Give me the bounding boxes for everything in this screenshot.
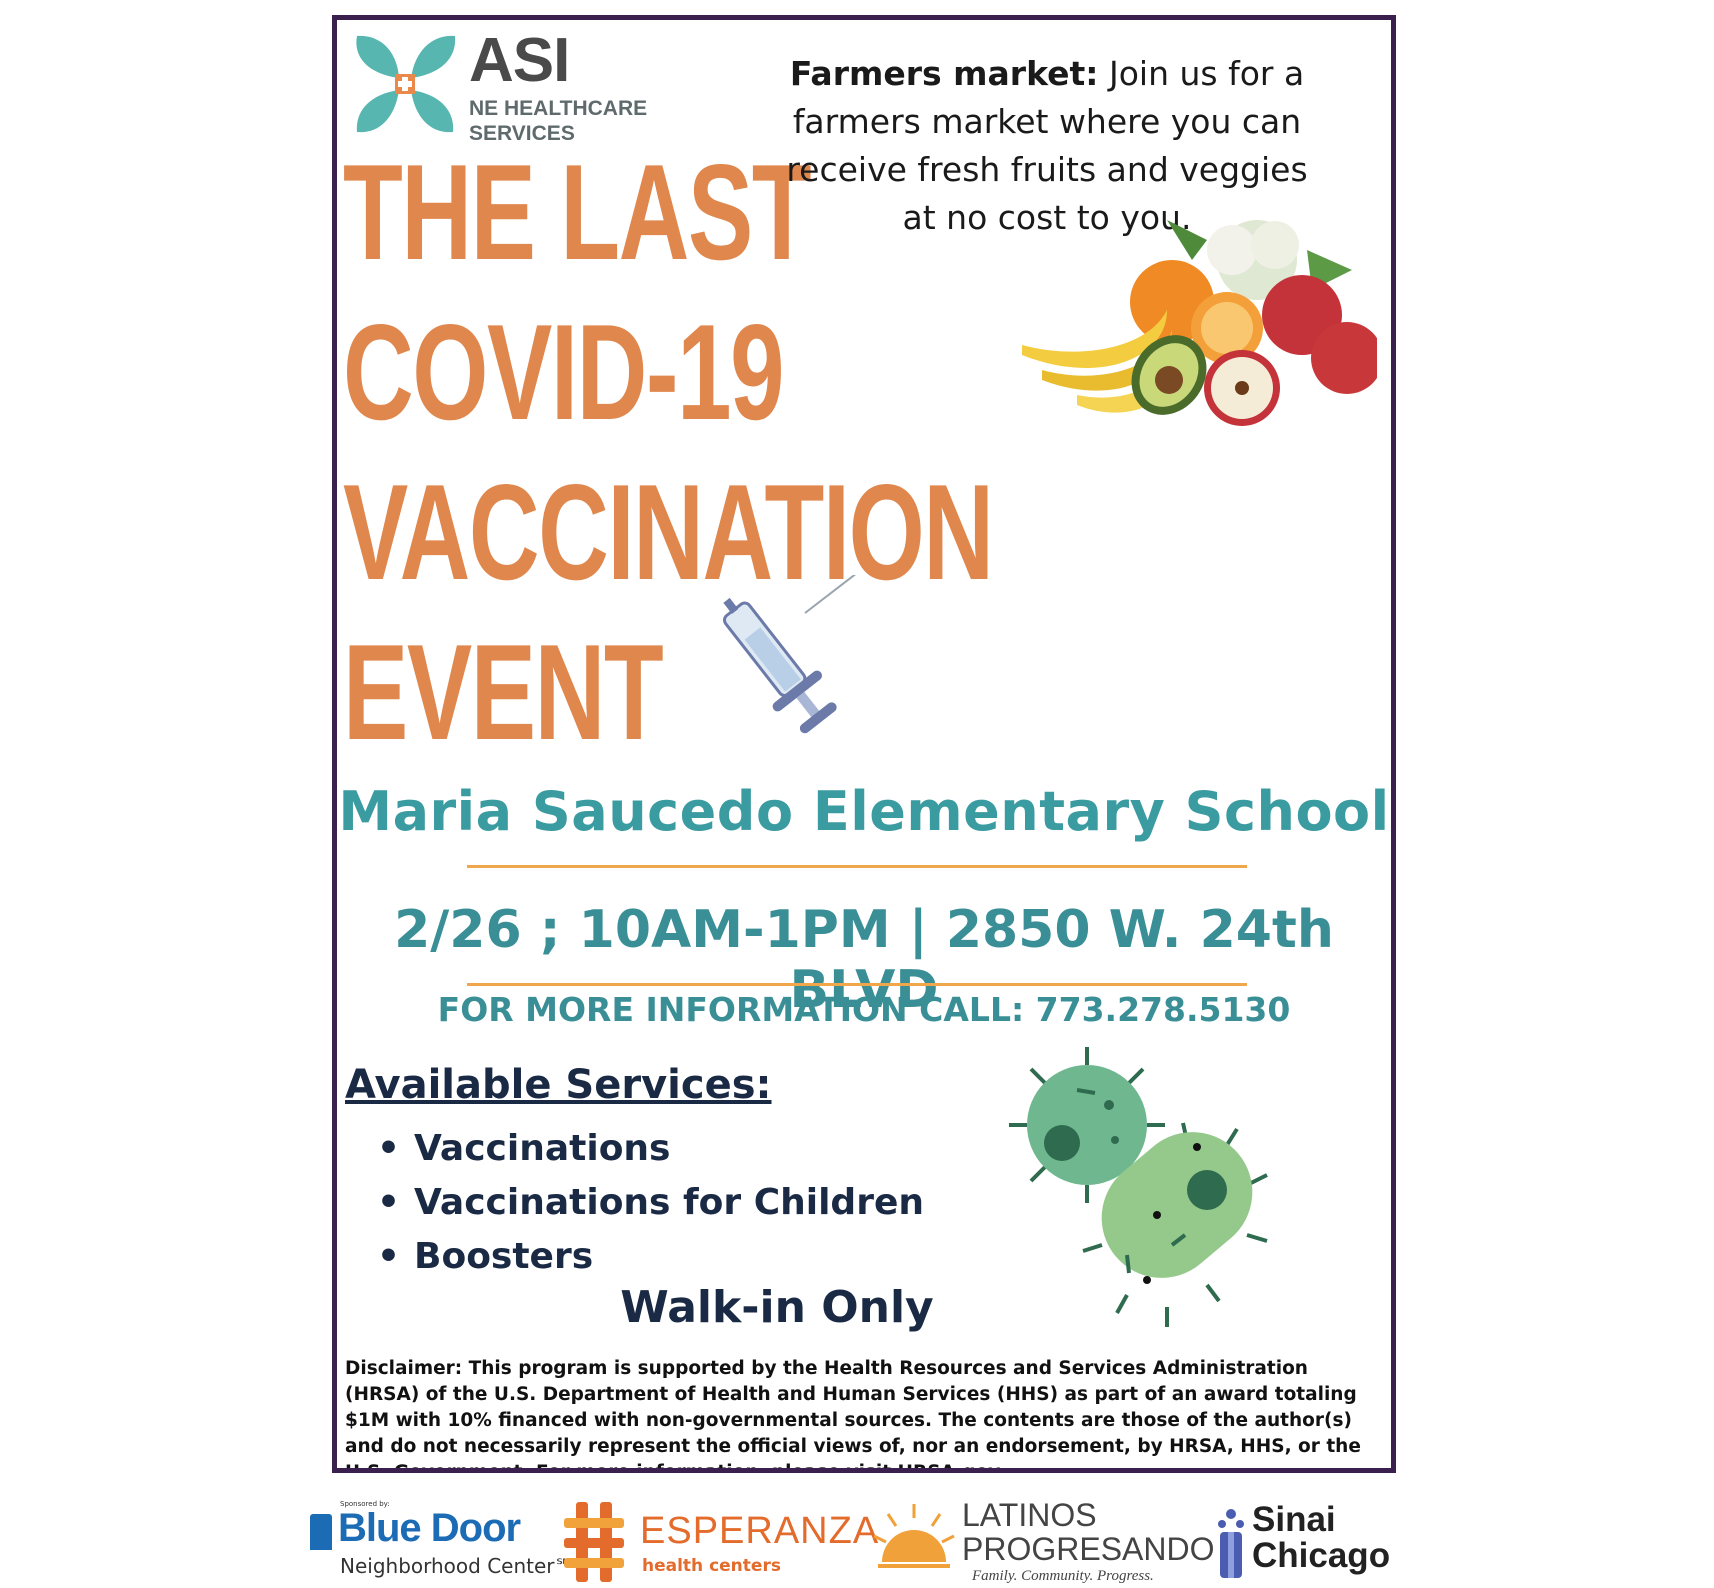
sinai-chicago-name: Sinai Chicago <box>1252 1500 1391 1575</box>
disclaimer: Disclaimer: This program is supported by… <box>345 1358 1361 1473</box>
germs-illustration <box>1009 1047 1268 1327</box>
latinos-sun-icon <box>873 1504 955 1568</box>
sponsor-strip: Sponsored by: Blue Door Neighborhood Cen… <box>300 1490 1420 1588</box>
esperanza-logo-icon <box>564 1502 624 1582</box>
syringe-icon <box>723 575 857 734</box>
services-list: Vaccinations Vaccinations for Children B… <box>377 1122 924 1284</box>
asi-logo-icon <box>356 35 456 133</box>
farmers-market-label: Farmers market: <box>789 54 1099 93</box>
asi-logo: ASI NE HEALTHCARE SERVICES <box>349 28 649 148</box>
blue-door-subtitle: Neighborhood Center℠ <box>340 1554 575 1578</box>
service-item: Boosters <box>377 1230 924 1284</box>
services-title: Available Services: <box>345 1062 772 1108</box>
latinos-progresando-tagline: Family. Community. Progress. <box>972 1568 1154 1584</box>
sinai-logo-icon <box>1218 1509 1244 1578</box>
flyer: ASI NE HEALTHCARE SERVICES THE LAST COVI… <box>332 15 1396 1473</box>
headline-line-4: EVENT <box>343 616 664 768</box>
esperanza-subtitle: health centers <box>642 1556 781 1576</box>
latinos-progresando-name: LATINOS PROGRESANDO <box>962 1497 1215 1567</box>
event-location: Maria Saucedo Elementary School <box>338 780 1390 843</box>
info-phone: FOR MORE INFORMATION CALL: 773.278.5130 <box>437 990 1291 1029</box>
service-item: Vaccinations for Children <box>377 1176 924 1230</box>
divider-bottom <box>467 983 1247 986</box>
esperanza-name: ESPERANZA <box>640 1510 880 1552</box>
logo-name: ASI <box>469 26 570 95</box>
blue-door-icon <box>310 1514 332 1550</box>
headline-line-2: COVID-19 <box>343 296 785 448</box>
service-item: Vaccinations <box>377 1122 924 1176</box>
headline-line-3: VACCINATION <box>343 456 994 608</box>
produce-icon <box>1022 220 1377 426</box>
blue-door-name: Blue Door <box>338 1506 521 1550</box>
divider-top <box>467 865 1247 868</box>
